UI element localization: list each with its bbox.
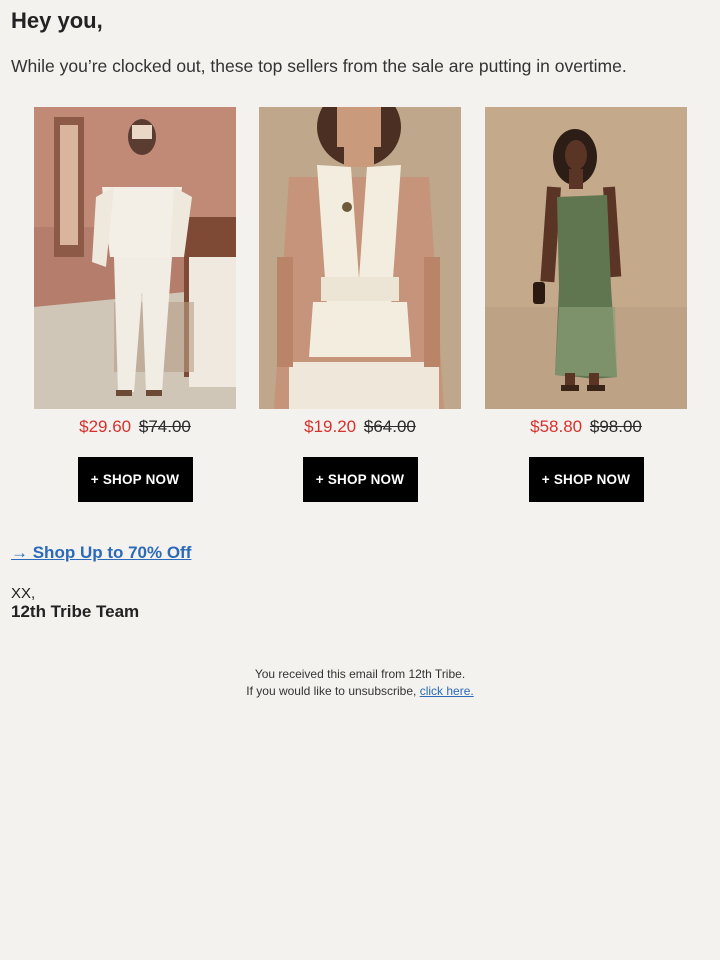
- sale-price: $29.60: [79, 417, 132, 436]
- price-row: $58.80 $98.00: [485, 416, 687, 438]
- footer-unsubscribe-text: If you would like to unsubscribe,: [246, 684, 417, 698]
- original-price: $98.00: [589, 417, 642, 436]
- shop-now-button[interactable]: + SHOP NOW: [77, 457, 193, 502]
- intro-text: While you’re clocked out, these top sell…: [11, 56, 627, 76]
- shop-now-button[interactable]: + SHOP NOW: [528, 457, 644, 502]
- product-card: $58.80 $98.00 + SHOP NOW: [485, 107, 687, 502]
- footer-source-text: You received this email from 12th Tribe.: [254, 667, 466, 681]
- greeting-heading: Hey you,: [11, 8, 103, 33]
- original-price: $74.00: [138, 417, 191, 436]
- product-photo[interactable]: [34, 107, 236, 409]
- price-row: $29.60 $74.00: [34, 416, 236, 438]
- original-price: $64.00: [363, 417, 416, 436]
- product-card: $29.60 $74.00 + SHOP NOW: [34, 107, 236, 502]
- email-footer: You received this email from 12th Tribe.…: [0, 666, 720, 700]
- sale-price: $19.20: [304, 417, 357, 436]
- shop-sale-link[interactable]: → Shop Up to 70% Off: [11, 543, 191, 563]
- unsubscribe-link[interactable]: click here.: [420, 684, 474, 698]
- shop-now-button[interactable]: + SHOP NOW: [302, 457, 418, 502]
- sale-price: $58.80: [530, 417, 583, 436]
- signoff-greeting: XX,: [11, 585, 36, 602]
- footer-unsubscribe-line: If you would like to unsubscribe, click …: [0, 683, 720, 700]
- product-photo[interactable]: [259, 107, 461, 409]
- email-body: Hey you, While you’re clocked out, these…: [0, 0, 720, 960]
- product-photo[interactable]: [485, 107, 687, 409]
- signoff-team: 12th Tribe Team: [11, 602, 140, 621]
- product-card: $19.20 $64.00 + SHOP NOW: [259, 107, 461, 502]
- price-row: $19.20 $64.00: [259, 416, 461, 438]
